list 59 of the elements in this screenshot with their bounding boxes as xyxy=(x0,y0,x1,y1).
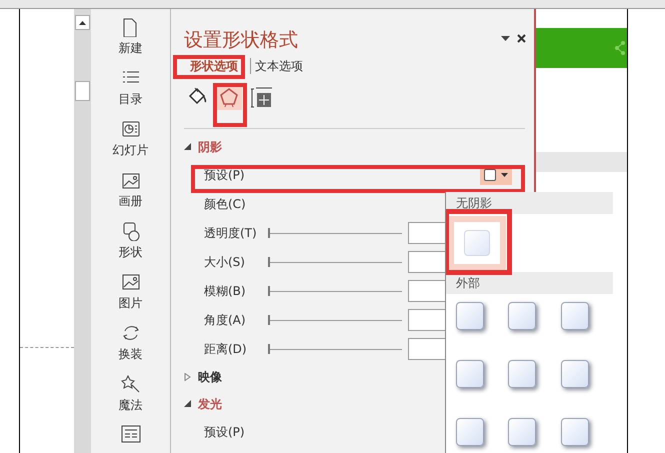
field-label: 距离(D) xyxy=(204,340,248,358)
section-header[interactable]: 映像 xyxy=(184,363,534,390)
sidebar-item[interactable]: 新建 xyxy=(91,17,170,68)
group-header: 外部 xyxy=(446,272,613,294)
sidebar-item[interactable]: 魔法 xyxy=(91,374,170,425)
slider[interactable] xyxy=(268,286,402,296)
field-label: 颜色(C) xyxy=(204,196,247,212)
shadow-preset[interactable] xyxy=(560,360,591,390)
shadow-preset[interactable] xyxy=(508,418,538,448)
section-header[interactable]: 发光 xyxy=(184,390,534,417)
sidebar-item[interactable]: 目录 xyxy=(91,68,170,119)
annotation-frame xyxy=(213,83,247,127)
caret-icon xyxy=(501,172,508,176)
slider[interactable] xyxy=(268,314,402,324)
sidebar-item-icon xyxy=(120,374,140,394)
group-header: 无阴影 xyxy=(446,192,613,214)
field-label: 模糊(B) xyxy=(204,282,247,300)
close-icon[interactable] xyxy=(517,34,526,43)
section-header[interactable]: 阴影 xyxy=(184,133,534,160)
sidebar-item-icon xyxy=(120,221,140,241)
slider[interactable] xyxy=(268,256,402,266)
tab[interactable]: 形状选项 xyxy=(188,58,240,74)
field-label: 预设(P) xyxy=(204,166,246,184)
annotation-frame xyxy=(173,55,245,79)
sidebar-item[interactable]: 形状 xyxy=(91,221,170,272)
sidebar-item[interactable]: 幻灯片 xyxy=(91,119,170,170)
slider[interactable] xyxy=(268,344,402,354)
shadow-preset[interactable] xyxy=(456,302,486,332)
layout-icon[interactable] xyxy=(120,425,140,443)
up-arrow-icon xyxy=(79,20,86,24)
field-label: 预设(P) xyxy=(204,424,246,440)
shadow-preset[interactable] xyxy=(456,418,486,448)
scroll-thumb[interactable] xyxy=(75,81,90,101)
slider[interactable] xyxy=(268,228,402,238)
sidebar-item-icon xyxy=(120,272,140,292)
shadow-preset[interactable] xyxy=(560,302,591,332)
collapse-arrow-icon xyxy=(184,143,191,150)
field-label: 大小(S) xyxy=(204,254,246,270)
shadow-preset[interactable] xyxy=(508,302,538,332)
field-label: 角度(A) xyxy=(204,312,247,328)
dropdown-icon[interactable] xyxy=(501,36,510,41)
scroll-up-button[interactable] xyxy=(75,15,90,30)
swatch-icon xyxy=(484,168,496,180)
shadow-preset[interactable] xyxy=(508,360,538,390)
sidebar-item[interactable]: 画册 xyxy=(91,170,170,221)
expand-arrow-icon xyxy=(184,372,191,380)
tab[interactable]: 文本选项 xyxy=(250,58,305,74)
sidebar-item-icon xyxy=(120,119,140,139)
shadow-preset[interactable] xyxy=(456,360,486,390)
collapse-arrow-icon xyxy=(184,400,191,407)
sidebar-item[interactable]: 图片 xyxy=(91,272,170,323)
shadow-preset[interactable] xyxy=(560,418,591,448)
sidebar-item[interactable]: 换装 xyxy=(91,323,170,374)
sidebar-item-icon xyxy=(120,323,140,343)
scrollbar[interactable] xyxy=(74,9,91,453)
field-label: 透明度(T) xyxy=(204,224,258,242)
share-icon xyxy=(615,41,625,55)
annotation-frame xyxy=(446,209,512,275)
panel-title: 设置形状格式 xyxy=(184,28,298,53)
